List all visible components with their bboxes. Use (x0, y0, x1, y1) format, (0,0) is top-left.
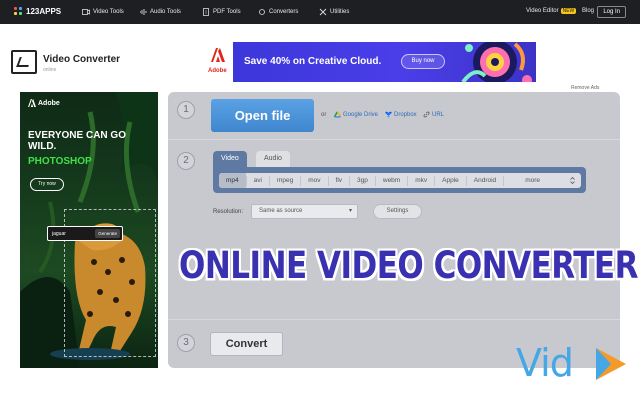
login-button[interactable]: Log In (597, 6, 626, 18)
converter-panel: 1 Open file or Google Drive Dropbox URL … (168, 92, 620, 368)
resolution-value: Same as source (259, 208, 303, 214)
format-more-dropdown[interactable]: more (525, 177, 581, 184)
google-drive-label: Google Drive (343, 111, 379, 118)
side-ad-generate-button[interactable]: Generate (95, 229, 120, 238)
tab-video[interactable]: Video (213, 151, 247, 167)
format-option-mkv[interactable]: mkv (408, 173, 434, 188)
nav-video-tools-label: Video Tools (93, 9, 124, 15)
settings-button[interactable]: Settings (373, 204, 422, 219)
resolution-label: Resolution: (213, 209, 244, 215)
vid-watermark: Vid (516, 340, 628, 386)
updown-chevron-icon (570, 177, 575, 184)
step-open-file: 1 Open file or Google Drive Dropbox URL (168, 92, 620, 140)
nav-utilities-label: Utilities (330, 9, 350, 15)
format-divider (503, 175, 505, 186)
url-link[interactable]: URL (423, 111, 444, 118)
or-label: or (321, 112, 327, 118)
tools-icon (319, 8, 327, 16)
format-option-3gp[interactable]: 3gp (350, 173, 375, 188)
dropbox-label: Dropbox (394, 111, 417, 118)
format-bar: mp4 avi mpeg mov flv 3gp webm mkv Apple … (213, 167, 586, 193)
logo-icon (14, 7, 23, 16)
nav-video-editor[interactable]: Video Editor NEW (526, 8, 577, 14)
adobe-icon (28, 99, 36, 107)
dropbox-link[interactable]: Dropbox (385, 111, 417, 118)
convert-icon (259, 9, 265, 15)
format-option-android[interactable]: Android (467, 173, 503, 188)
audio-icon (140, 9, 147, 15)
format-option-mp4[interactable]: mp4 (219, 173, 246, 188)
format-list: mp4 avi mpeg mov flv 3gp webm mkv Apple … (219, 173, 581, 188)
open-file-button[interactable]: Open file (211, 99, 314, 132)
remove-ads-link[interactable]: Remove Ads (571, 85, 599, 91)
video-icon (82, 9, 90, 15)
site-logo[interactable]: 123APPS (14, 7, 61, 16)
banner-art-illustration (461, 42, 532, 82)
resolution-select[interactable]: Same as source ▾ (251, 204, 358, 219)
step-1-number: 1 (177, 101, 195, 119)
new-badge: NEW (560, 8, 577, 14)
format-option-flv[interactable]: flv (329, 173, 350, 188)
video-converter-app-icon (11, 50, 37, 74)
step-2-number: 2 (177, 152, 195, 170)
page-title: Video Converter (43, 54, 121, 65)
format-option-apple[interactable]: Apple (435, 173, 466, 188)
logo-text: 123APPS (26, 7, 62, 16)
format-option-avi[interactable]: avi (247, 173, 269, 188)
side-ad-prompt-value: jaguar (52, 231, 66, 237)
nav-video-editor-label: Video Editor (526, 8, 559, 14)
banner-adobe-text: Adobe (208, 68, 227, 74)
side-ad-try-button[interactable]: Try now (30, 178, 64, 191)
format-option-mov[interactable]: mov (301, 173, 327, 188)
format-more-label: more (525, 177, 540, 184)
side-ad-product: PHOTOSHOP (28, 156, 92, 167)
overlay-headline: ONLINE VIDEO CONVERTER (179, 244, 638, 288)
google-drive-icon (334, 111, 341, 118)
nav-pdf-tools-label: PDF Tools (213, 9, 241, 15)
step-3-number: 3 (177, 334, 195, 352)
side-ad-prompt-input[interactable]: jaguar Generate (47, 226, 123, 241)
format-option-webm[interactable]: webm (376, 173, 407, 188)
nav-converters[interactable]: Converters (258, 8, 298, 16)
watermark-text: Vid (516, 341, 574, 385)
nav-audio-tools-label: Audio Tools (150, 9, 181, 15)
nav-blog[interactable]: Blog (582, 8, 594, 14)
document-icon (203, 8, 209, 16)
adobe-icon (211, 48, 225, 62)
banner-ad[interactable]: Adobe Save 40% on Creative Cloud. Buy no… (203, 42, 536, 82)
nav-converters-label: Converters (269, 9, 299, 15)
banner-ad-text: Save 40% on Creative Cloud. (244, 56, 382, 67)
nav-video-tools[interactable]: Video Tools (82, 8, 124, 16)
url-label: URL (432, 111, 445, 118)
top-nav: 123APPS Video Tools Audio Tools PDF Tool… (0, 0, 640, 24)
nav-audio-tools[interactable]: Audio Tools (139, 8, 181, 16)
nav-utilities[interactable]: Utilities (319, 8, 349, 16)
side-ad[interactable]: Adobe EVERYONE CAN GO WILD. PHOTOSHOP Tr… (20, 92, 158, 368)
banner-buy-button[interactable]: Buy now (401, 54, 445, 69)
google-drive-link[interactable]: Google Drive (334, 111, 378, 118)
convert-button[interactable]: Convert (210, 332, 283, 356)
tab-audio[interactable]: Audio (256, 151, 290, 167)
banner-adobe-logo: Adobe (203, 42, 233, 82)
link-icon (423, 111, 430, 118)
nav-pdf-tools[interactable]: PDF Tools (202, 8, 241, 16)
side-ad-headline: EVERYONE CAN GO WILD. (28, 130, 126, 152)
play-icon (596, 348, 626, 380)
dropbox-icon (385, 111, 392, 118)
side-ad-adobe-logo: Adobe (28, 99, 60, 107)
chevron-down-icon: ▾ (348, 208, 352, 214)
side-ad-brand: Adobe (38, 99, 60, 107)
format-option-mpeg[interactable]: mpeg (270, 173, 300, 188)
page: 123APPS Video Tools Audio Tools PDF Tool… (0, 0, 640, 400)
page-subtitle: online (43, 67, 57, 73)
